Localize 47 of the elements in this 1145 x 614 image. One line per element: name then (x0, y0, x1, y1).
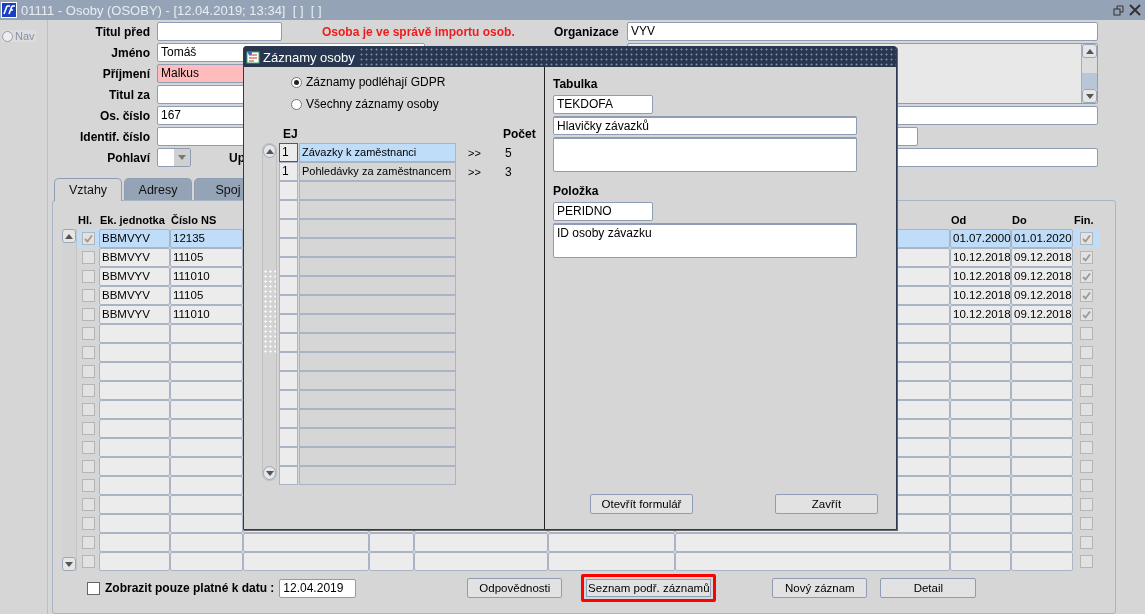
field-label: Os. číslo (98, 108, 150, 123)
table-cell: 09.12.2018 (1011, 286, 1073, 305)
radio-label: Záznamy podléhají GDPR (306, 75, 446, 89)
column-header: Hl. (77, 213, 94, 226)
field-label: Pohlaví (106, 150, 150, 165)
column-header: Ek. jednotka (99, 213, 166, 226)
table-cell: 10.12.2018 (950, 267, 1011, 286)
section-label: Položka (553, 184, 600, 200)
count-text: 3 (505, 164, 512, 179)
field-label: Titul před (94, 24, 150, 39)
table-cell: BBMVYV (99, 229, 170, 248)
dialog-title: Záznamy osoby (263, 49, 355, 65)
column-header: Od (950, 213, 968, 226)
count-text: 5 (505, 145, 512, 160)
field-label: Identif. číslo (79, 129, 150, 144)
nav-label: Nav (15, 30, 35, 42)
column-header: Fin. (1073, 213, 1095, 226)
table-cell: 09.12.2018 (1011, 305, 1073, 324)
table-cell: 11105 (170, 286, 243, 305)
table-cell: 01.01.2020 (1011, 229, 1073, 248)
table-cell: 11105 (170, 248, 243, 267)
table-cell: 111010 (170, 267, 243, 286)
section-label: Tabulka (553, 77, 599, 93)
column-header: Počet (503, 127, 536, 143)
field-label: Příjmení (101, 66, 150, 81)
table-cell: 09.12.2018 (1011, 267, 1073, 286)
table-cell: BBMVYV (99, 267, 170, 286)
field-label: Jméno (110, 45, 150, 60)
table-cell: 10.12.2018 (950, 305, 1011, 324)
window-title: 01111 - Osoby (OSOBY) - [12.04.2019; 13:34] [ ] [ ] (21, 2, 322, 18)
checkbox-label: Zobrazit pouze platné k datu : (105, 581, 275, 595)
table-cell: 09.12.2018 (1011, 248, 1073, 267)
status-message: Osoba je ve správě importu osob. (322, 24, 515, 39)
table-cell: BBMVYV (99, 305, 170, 324)
table-cell: 12135 (170, 229, 243, 248)
table-cell: 111010 (170, 305, 243, 324)
radio-label: Všechny záznamy osoby (306, 97, 439, 111)
table-cell: 10.12.2018 (950, 248, 1011, 267)
table-cell: 10.12.2018 (950, 286, 1011, 305)
table-cell: BBMVYV (99, 248, 170, 267)
column-header: Do (1011, 213, 1028, 226)
field-label: Organizace (554, 24, 620, 39)
column-header: EJ (283, 127, 299, 143)
table-cell: 01.07.2000 (950, 229, 1011, 248)
field-label: Titul za (107, 87, 150, 102)
column-header: Číslo NS (170, 213, 218, 226)
table-cell: BBMVYV (99, 286, 170, 305)
